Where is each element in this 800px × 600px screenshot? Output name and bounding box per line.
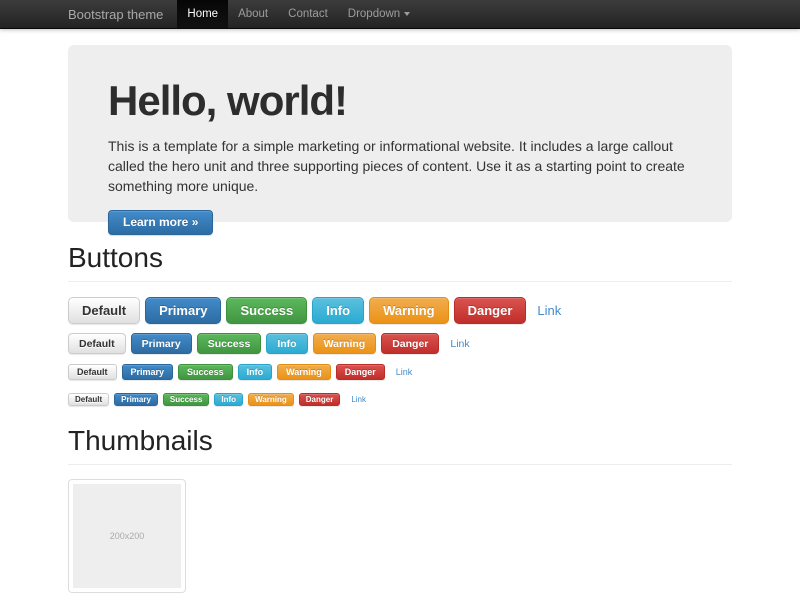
- thumbnails-section-heading: Thumbnails: [68, 426, 732, 465]
- nav-item-about-label: About: [238, 0, 268, 29]
- primary-button-md[interactable]: Primary: [131, 333, 192, 354]
- danger-button-sm[interactable]: Danger: [336, 364, 385, 380]
- navbar-brand[interactable]: Bootstrap theme: [68, 0, 177, 28]
- success-button-lg[interactable]: Success: [226, 297, 307, 324]
- learn-more-button[interactable]: Learn more »: [108, 210, 213, 235]
- button-row-large: Default Primary Success Info Warning Dan…: [68, 297, 732, 324]
- nav-item-contact-label: Contact: [288, 0, 328, 29]
- info-button-lg[interactable]: Info: [312, 297, 364, 324]
- thumbnail-placeholder-image: 200x200: [73, 484, 181, 588]
- buttons-section: Buttons Default Primary Success Info War…: [68, 243, 732, 406]
- link-button-sm[interactable]: Link: [396, 367, 413, 377]
- nav-item-about[interactable]: About: [228, 0, 278, 28]
- button-row-small: Default Primary Success Info Warning Dan…: [68, 364, 732, 380]
- link-button-lg[interactable]: Link: [537, 303, 561, 318]
- info-button-xs[interactable]: Info: [214, 393, 243, 406]
- link-button-md[interactable]: Link: [450, 338, 469, 350]
- success-button-xs[interactable]: Success: [163, 393, 209, 406]
- danger-button-md[interactable]: Danger: [381, 333, 439, 354]
- default-button-xs[interactable]: Default: [68, 393, 109, 406]
- top-navbar: Bootstrap theme Home About Contact Dropd…: [0, 0, 800, 29]
- success-button-sm[interactable]: Success: [178, 364, 233, 380]
- thumbnails-section: Thumbnails 200x200: [68, 426, 732, 593]
- nav-item-home-label: Home: [187, 0, 218, 29]
- nav-item-contact[interactable]: Contact: [278, 0, 338, 28]
- default-button-md[interactable]: Default: [68, 333, 126, 354]
- info-button-md[interactable]: Info: [266, 333, 307, 354]
- info-button-sm[interactable]: Info: [238, 364, 273, 380]
- button-row-extra-small: Default Primary Success Info Warning Dan…: [68, 393, 732, 406]
- hero-description: This is a template for a simple marketin…: [108, 136, 700, 196]
- danger-button-lg[interactable]: Danger: [454, 297, 527, 324]
- link-button-xs[interactable]: Link: [351, 395, 366, 404]
- buttons-section-heading: Buttons: [68, 243, 732, 282]
- success-button-md[interactable]: Success: [197, 333, 262, 354]
- primary-button-xs[interactable]: Primary: [114, 393, 158, 406]
- thumbnail-card[interactable]: 200x200: [68, 479, 186, 593]
- caret-down-icon: [404, 12, 410, 16]
- danger-button-xs[interactable]: Danger: [299, 393, 341, 406]
- nav-item-home[interactable]: Home: [177, 0, 228, 28]
- hero-unit: Hello, world! This is a template for a s…: [68, 45, 732, 222]
- warning-button-lg[interactable]: Warning: [369, 297, 449, 324]
- primary-button-lg[interactable]: Primary: [145, 297, 221, 324]
- warning-button-sm[interactable]: Warning: [277, 364, 331, 380]
- button-row-default: Default Primary Success Info Warning Dan…: [68, 333, 732, 354]
- nav-item-dropdown-label: Dropdown: [348, 0, 400, 29]
- default-button-lg[interactable]: Default: [68, 297, 140, 324]
- nav-item-dropdown[interactable]: Dropdown: [338, 0, 420, 28]
- warning-button-xs[interactable]: Warning: [248, 393, 294, 406]
- hero-title: Hello, world!: [108, 79, 692, 123]
- primary-button-sm[interactable]: Primary: [122, 364, 174, 380]
- warning-button-md[interactable]: Warning: [313, 333, 377, 354]
- default-button-sm[interactable]: Default: [68, 364, 117, 380]
